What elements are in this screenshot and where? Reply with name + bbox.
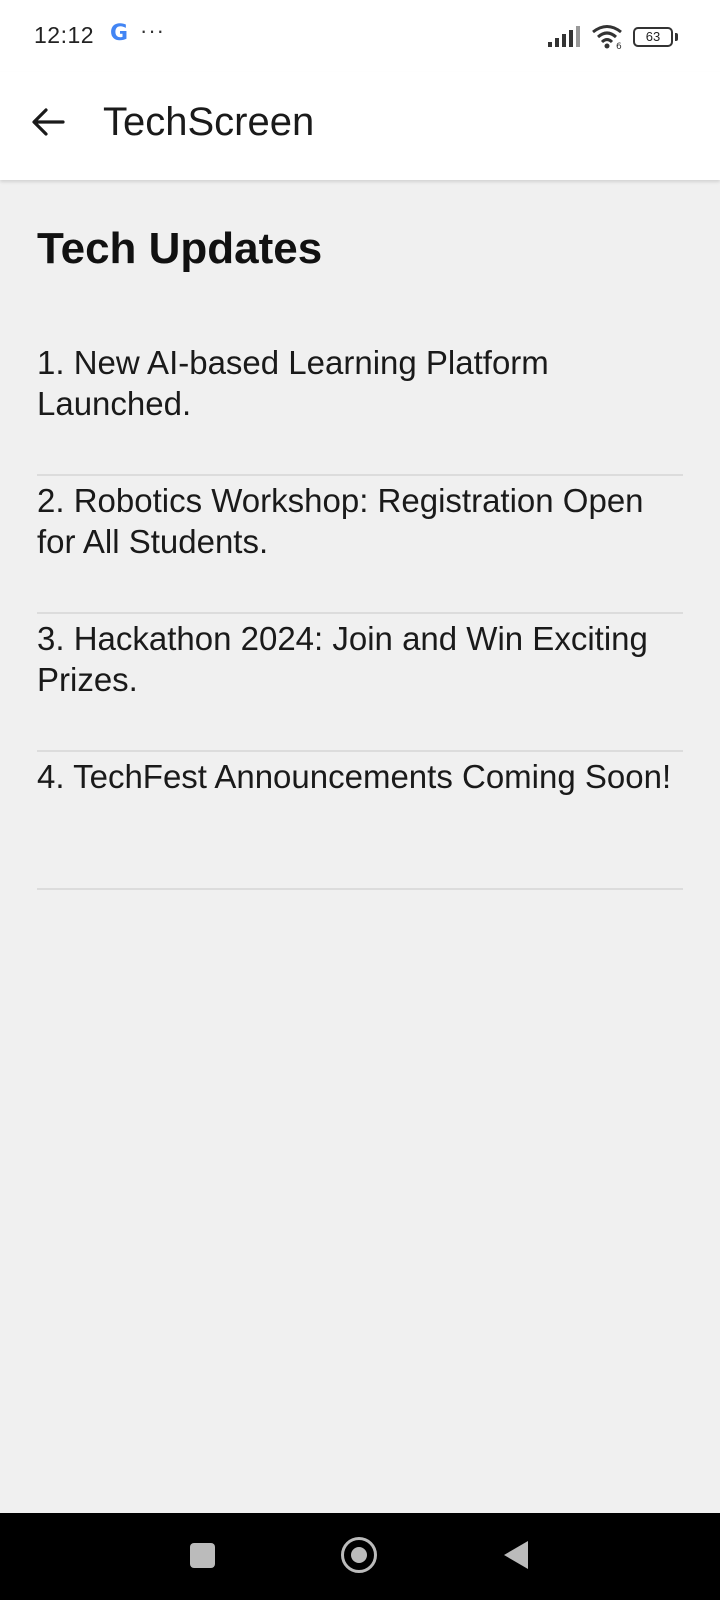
more-icon: ··· — [140, 18, 165, 43]
system-nav-bar — [0, 1513, 720, 1600]
battery-tip — [675, 33, 678, 41]
status-bar: 12:12 G ··· 6 63 — [0, 0, 720, 72]
status-time: 12:12 — [34, 22, 95, 48]
update-text: 3. Hackathon 2024: Join and Win Exciting… — [37, 620, 648, 698]
battery-icon: 63 — [633, 27, 673, 47]
main-content: Tech Updates 1. New AI-based Learning Pl… — [0, 180, 720, 1513]
list-item[interactable]: 2. Robotics Workshop: Registration Open … — [37, 476, 683, 614]
list-item[interactable]: 4. TechFest Announcements Coming Soon! — [37, 752, 683, 890]
list-item[interactable]: 1. New AI-based Learning Platform Launch… — [37, 338, 683, 476]
back-triangle-icon[interactable] — [504, 1541, 528, 1569]
svg-text:6: 6 — [616, 42, 622, 50]
update-text: 1. New AI-based Learning Platform Launch… — [37, 344, 549, 422]
updates-list: 1. New AI-based Learning Platform Launch… — [37, 338, 683, 890]
update-text: 4. TechFest Announcements Coming Soon! — [37, 758, 672, 795]
list-item[interactable]: 3. Hackathon 2024: Join and Win Exciting… — [37, 614, 683, 752]
back-button[interactable] — [22, 96, 74, 148]
recent-apps-icon[interactable] — [190, 1543, 215, 1568]
signal-icon — [548, 26, 580, 47]
app-bar: TechScreen — [0, 72, 720, 180]
home-icon[interactable] — [341, 1537, 377, 1573]
battery-level: 63 — [645, 29, 661, 44]
home-dot — [351, 1547, 367, 1563]
update-text: 2. Robotics Workshop: Registration Open … — [37, 482, 644, 560]
wifi-icon: 6 — [592, 25, 622, 50]
google-icon: G — [110, 21, 129, 46]
section-title: Tech Updates — [37, 224, 323, 273]
app-title: TechScreen — [103, 100, 315, 144]
arrow-back-icon — [32, 108, 65, 136]
